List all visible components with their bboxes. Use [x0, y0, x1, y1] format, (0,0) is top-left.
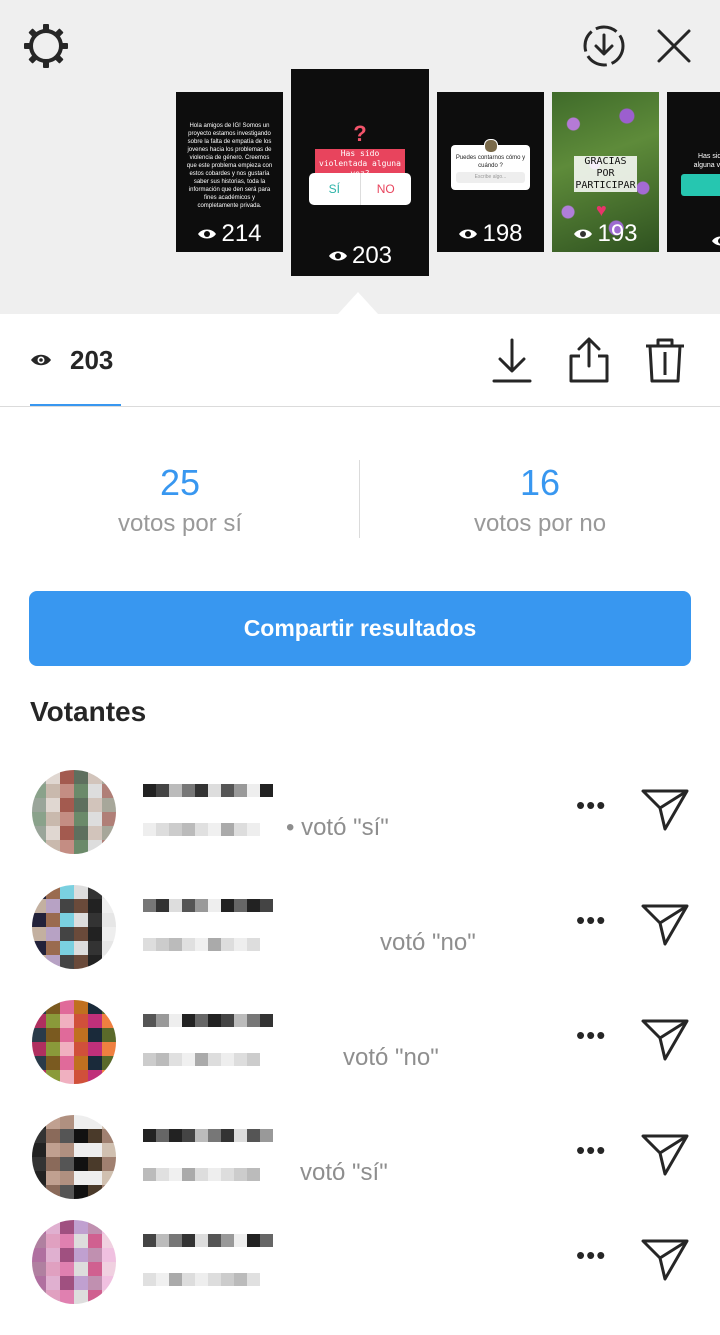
avatar[interactable]	[32, 885, 116, 969]
voter-row[interactable]: •••	[0, 1220, 720, 1335]
avatar	[484, 139, 498, 153]
story-text: Has sido violentada alguna vez? 59% 83%	[687, 152, 720, 170]
delete-button[interactable]	[642, 336, 688, 384]
settings-button[interactable]	[22, 22, 70, 70]
story-thumbnail[interactable]: Has sido violentada alguna vez? 59% 83%	[667, 92, 720, 252]
eye-icon	[328, 249, 348, 263]
story-views-count: 198	[482, 220, 522, 248]
voter-row[interactable]: • votó "sí" •••	[0, 770, 720, 885]
story-thumbnail-selected[interactable]: ? Has sido violentada alguna vez? SÍ NO …	[291, 69, 429, 276]
yes-count: 25	[0, 460, 360, 506]
yes-votes: 25 votos por sí	[0, 460, 360, 542]
avatar[interactable]	[32, 1115, 116, 1199]
story-thumbnail[interactable]: Puedes contarnos cómo y cuándo ? Escribe…	[437, 92, 544, 252]
story-views-count: 193	[597, 220, 637, 248]
selected-story-pointer	[338, 292, 378, 314]
story-views	[667, 234, 720, 248]
eye-icon	[197, 227, 217, 241]
username-redacted[interactable]	[143, 1014, 273, 1027]
username-redacted[interactable]	[143, 899, 273, 912]
story-views-count: 214	[221, 220, 261, 248]
share-icon	[566, 336, 612, 384]
more-options-icon[interactable]: •••	[576, 905, 606, 936]
question-sticker: Puedes contarnos cómo y cuándo ? Escribe…	[451, 145, 530, 190]
question-mark-icon: ?	[291, 121, 429, 147]
eye-icon	[573, 227, 593, 241]
poll-option-yes: SÍ	[309, 173, 361, 205]
vote-choice: votó "sí"	[300, 1159, 388, 1187]
vote-choice: • votó "sí"	[286, 814, 389, 842]
fullname-redacted	[143, 1168, 260, 1181]
story-thumbnails: Hola amigos de IG! Somos un proyecto est…	[0, 68, 720, 283]
avatar[interactable]	[32, 770, 116, 854]
send-message-icon[interactable]	[640, 788, 690, 837]
fullname-redacted	[143, 938, 260, 951]
voter-row[interactable]: votó "no" •••	[0, 1000, 720, 1115]
eye-icon	[711, 234, 720, 248]
thanks-text: GRACIAS POR PARTICIPAR	[574, 156, 637, 192]
username-redacted[interactable]	[143, 784, 273, 797]
story-views: 214	[176, 220, 283, 248]
yes-label: votos por sí	[0, 506, 360, 542]
question-text: Puedes contarnos cómo y cuándo ?	[455, 154, 526, 170]
more-options-icon[interactable]: •••	[576, 1135, 606, 1166]
username-redacted[interactable]	[143, 1129, 273, 1142]
viewers-tab[interactable]: 203	[30, 342, 113, 378]
avatar[interactable]	[32, 1220, 116, 1304]
download-story-button[interactable]	[582, 24, 626, 68]
share-button[interactable]	[566, 336, 612, 384]
voters-title: Votantes	[30, 696, 146, 728]
gear-icon	[22, 22, 70, 70]
trash-icon	[642, 336, 688, 384]
no-count: 16	[360, 460, 720, 506]
close-button[interactable]	[654, 26, 694, 66]
voter-row[interactable]: votó "sí" •••	[0, 1115, 720, 1230]
more-options-icon[interactable]: •••	[576, 1240, 606, 1271]
story-tray: Hola amigos de IG! Somos un proyecto est…	[0, 0, 720, 314]
story-views: 203	[291, 242, 429, 270]
story-views-count: 203	[352, 242, 392, 270]
active-tab-indicator	[30, 404, 121, 406]
question-input: Escribe algo...	[456, 172, 525, 183]
more-options-icon[interactable]: •••	[576, 1020, 606, 1051]
download-icon	[490, 336, 534, 384]
send-message-icon[interactable]	[640, 1018, 690, 1067]
story-toolbar: 203	[0, 314, 720, 407]
download-button[interactable]	[490, 336, 534, 384]
story-thumbnail[interactable]: Hola amigos de IG! Somos un proyecto est…	[176, 92, 283, 252]
story-views: 193	[552, 220, 659, 248]
avatar[interactable]	[32, 1000, 116, 1084]
story-thumbnail[interactable]: GRACIAS POR PARTICIPAR ♥ 193	[552, 92, 659, 252]
no-votes: 16 votos por no	[360, 460, 720, 542]
fullname-redacted	[143, 1053, 260, 1066]
voter-row[interactable]: votó "no" •••	[0, 885, 720, 1000]
share-results-button[interactable]: Compartir resultados	[29, 591, 691, 666]
vote-choice: votó "no"	[343, 1044, 439, 1072]
poll-option-no: NO	[361, 173, 412, 205]
fullname-redacted	[143, 823, 260, 836]
more-options-icon[interactable]: •••	[576, 790, 606, 821]
result-bar	[681, 174, 720, 196]
no-label: votos por no	[360, 506, 720, 542]
send-message-icon[interactable]	[640, 1133, 690, 1182]
send-message-icon[interactable]	[640, 903, 690, 952]
views-count: 203	[70, 345, 113, 376]
story-text: Hola amigos de IG! Somos un proyecto est…	[186, 122, 273, 210]
eye-icon	[458, 227, 478, 241]
vote-choice: votó "no"	[380, 929, 476, 957]
heart-icon: ♥	[596, 200, 607, 221]
eye-icon	[30, 352, 52, 368]
story-views: 198	[437, 220, 544, 248]
username-redacted[interactable]	[143, 1234, 273, 1247]
poll-sticker: SÍ NO	[309, 173, 411, 205]
download-circle-icon	[582, 24, 626, 68]
close-icon	[654, 26, 694, 66]
